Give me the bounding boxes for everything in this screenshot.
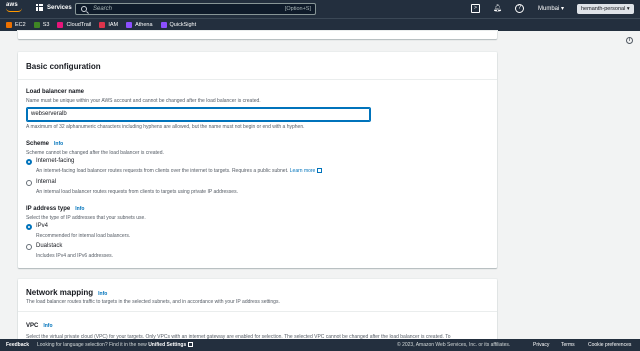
ipv4-description: Recommended for internal load balancers. (36, 233, 131, 239)
lb-name-hint: A maximum of 32 alphanumeric characters … (26, 124, 305, 130)
internal-radio[interactable] (26, 180, 32, 186)
basic-configuration-card: Basic configuration Load balancer name N… (18, 52, 497, 268)
services-label: Services (47, 4, 72, 11)
grid-icon (36, 4, 43, 11)
services-menu-button[interactable]: Services (36, 4, 72, 11)
top-navigation: aws Services Search [Option+S] > 🔔︎ ? Mu… (0, 0, 640, 18)
favorite-ec2[interactable]: EC2 (6, 22, 26, 28)
privacy-link[interactable]: Privacy (533, 342, 549, 348)
vpc-info-link[interactable]: Info (43, 323, 52, 329)
info-panel-icon[interactable]: i (626, 37, 633, 44)
internal-description: An internal load balancer routes request… (36, 189, 238, 195)
ip-info-link[interactable]: Info (75, 206, 84, 212)
athena-icon (126, 22, 133, 28)
quicksight-icon (160, 22, 167, 28)
search-icon (81, 6, 87, 12)
dualstack-label[interactable]: Dualstack (36, 243, 62, 249)
card-divider (18, 311, 497, 312)
scheme-description: Scheme cannot be changed after the load … (26, 150, 164, 156)
ip-address-type-label: IP address type Info (26, 206, 85, 212)
footer: Feedback Looking for language selection?… (0, 339, 640, 351)
lb-name-label: Load balancer name (26, 89, 85, 95)
search-shortcut: [Option+S] (284, 6, 311, 12)
favorite-s3[interactable]: S3 (33, 22, 49, 28)
learn-more-link[interactable]: Learn more (290, 168, 316, 174)
internet-facing-description: An internet-facing load balancer routes … (36, 168, 323, 174)
external-link-icon (188, 342, 194, 347)
iam-icon (99, 22, 106, 28)
ipv4-label[interactable]: IPv4 (36, 223, 48, 229)
ec2-icon (6, 22, 12, 28)
card-divider (18, 79, 497, 80)
dualstack-description: Includes IPv4 and IPv6 addresses. (36, 253, 113, 259)
search-placeholder: Search (93, 6, 113, 12)
cloudtrail-icon (57, 22, 64, 28)
internet-facing-radio[interactable] (26, 159, 32, 165)
network-mapping-description: The load balancer routes traffic to targ… (26, 299, 280, 305)
favorite-cloudtrail[interactable]: CloudTrail (57, 22, 91, 28)
internet-facing-label[interactable]: Internet-facing (36, 158, 74, 164)
favorites-bar: EC2 S3 CloudTrail IAM Athena QuickSight (0, 18, 640, 31)
favorite-athena[interactable]: Athena (126, 22, 153, 28)
favorite-iam[interactable]: IAM (99, 22, 118, 28)
scheme-label: Scheme Info (26, 141, 64, 147)
basic-configuration-title: Basic configuration (26, 62, 101, 71)
search-input[interactable]: Search [Option+S] (75, 3, 316, 15)
cloudshell-icon[interactable]: > (471, 4, 480, 13)
vpc-label: VPC Info (26, 323, 53, 329)
copyright: © 2023, Amazon Web Services, Inc. or its… (397, 342, 511, 348)
previous-card (18, 31, 497, 39)
s3-icon (33, 22, 40, 28)
lb-name-input[interactable]: webserveralb (26, 107, 371, 122)
terms-link[interactable]: Terms (561, 342, 575, 348)
aws-logo[interactable]: aws (6, 2, 26, 16)
external-link-icon (317, 168, 323, 173)
unified-settings-link[interactable]: Unified Settings (148, 342, 186, 348)
scheme-info-link[interactable]: Info (54, 141, 63, 147)
cookie-preferences-link[interactable]: Cookie preferences (588, 342, 631, 348)
network-info-link[interactable]: Info (98, 291, 107, 297)
language-notice: Looking for language selection? Find it … (37, 342, 194, 348)
network-mapping-title: Network mapping Info (26, 288, 108, 297)
ip-address-type-description: Select the type of IP addresses that you… (26, 215, 146, 221)
favorite-quicksight[interactable]: QuickSight (160, 22, 196, 28)
account-menu[interactable]: hemanth-personal ▾ (577, 4, 634, 14)
ipv4-radio[interactable] (26, 224, 32, 230)
feedback-link[interactable]: Feedback (6, 342, 29, 348)
help-icon[interactable]: ? (515, 4, 524, 13)
internal-label[interactable]: Internal (36, 179, 56, 185)
dualstack-radio[interactable] (26, 244, 32, 250)
lb-name-description: Name must be unique within your AWS acco… (26, 98, 261, 104)
bell-icon[interactable]: 🔔︎ (493, 4, 502, 13)
region-selector[interactable]: Mumbai ▾ (538, 5, 564, 12)
